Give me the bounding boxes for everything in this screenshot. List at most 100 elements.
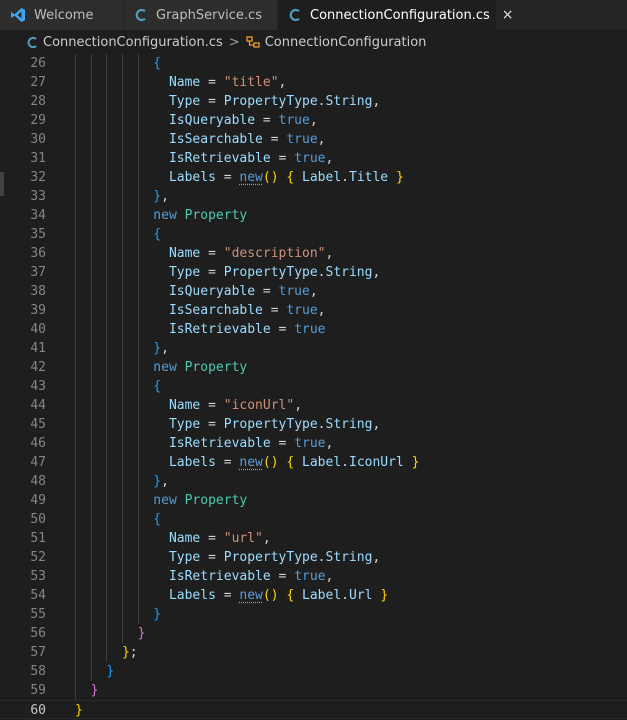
tab-graphservice[interactable]: GraphService.cs (124, 0, 278, 30)
code-line[interactable]: 39 IsSearchable = true, (0, 301, 627, 320)
code-token: true (294, 569, 326, 584)
code-line[interactable]: 41}, (0, 339, 627, 358)
code-line[interactable]: 48}, (0, 472, 627, 491)
code-token: { (153, 227, 162, 242)
line-number: 46 (30, 436, 46, 451)
code-line[interactable]: 27 Name = "title", (0, 73, 627, 92)
code-line[interactable]: 57}; (0, 643, 627, 662)
code-token: "url" (223, 531, 263, 546)
code-token: . (317, 550, 326, 565)
code-token: Type (168, 265, 201, 280)
code-text: new Property (153, 206, 247, 225)
breadcrumb-file[interactable]: ConnectionConfiguration.cs (43, 35, 223, 50)
code-line[interactable]: 38 IsQueryable = true, (0, 282, 627, 301)
code-token: IsQueryable (168, 284, 256, 299)
line-number: 41 (30, 341, 46, 356)
code-text: } (75, 701, 83, 720)
code-text: Name = "iconUrl", (169, 396, 302, 415)
code-text: }, (153, 472, 169, 491)
class-symbol-icon (246, 35, 261, 49)
code-token: Labels (168, 170, 216, 185)
code-token: IsRetrievable (168, 151, 271, 166)
code-line[interactable]: 59} (0, 681, 627, 700)
tab-label: ConnectionConfiguration.cs (310, 7, 490, 23)
code-token: } (137, 626, 146, 641)
code-line[interactable]: 52 Type = PropertyType.String, (0, 548, 627, 567)
csharp-file-icon (134, 8, 148, 22)
line-number: 58 (30, 664, 46, 679)
code-text: } (138, 624, 146, 643)
code-token: IsRetrievable (168, 436, 271, 451)
code-line[interactable]: 56} (0, 624, 627, 643)
code-text: Type = PropertyType.String, (169, 415, 380, 434)
line-number: 45 (30, 417, 46, 432)
code-token: Label (294, 455, 342, 470)
code-token: = (215, 588, 240, 603)
code-line[interactable]: 30 IsSearchable = true, (0, 130, 627, 149)
code-line[interactable]: 42 new Property (0, 358, 627, 377)
code-line[interactable]: 43 { (0, 377, 627, 396)
code-text: Type = PropertyType.String, (169, 263, 380, 282)
code-line[interactable]: 28 Type = PropertyType.String, (0, 92, 627, 111)
code-line[interactable]: 50 { (0, 510, 627, 529)
code-text: { (153, 54, 161, 73)
code-line[interactable]: 45 Type = PropertyType.String, (0, 415, 627, 434)
code-token: . (317, 94, 326, 109)
code-line[interactable]: 46 IsRetrievable = true, (0, 434, 627, 453)
code-token: = (270, 151, 295, 166)
code-token: , (161, 189, 169, 204)
code-token: } (90, 683, 99, 698)
code-token: new (153, 493, 177, 508)
code-token: PropertyType (223, 417, 318, 432)
code-token: new (153, 360, 177, 375)
code-text: }, (153, 339, 169, 358)
code-line[interactable]: 51 Name = "url", (0, 529, 627, 548)
code-token: = (200, 417, 224, 432)
tab-welcome[interactable]: Welcome (0, 0, 124, 30)
code-line[interactable]: 44 Name = "iconUrl", (0, 396, 627, 415)
line-number: 39 (30, 303, 46, 318)
code-line[interactable]: 37 Type = PropertyType.String, (0, 263, 627, 282)
line-number: 31 (30, 151, 46, 166)
line-number: 57 (30, 645, 46, 660)
code-token: = (200, 531, 224, 546)
code-token: , (372, 550, 381, 565)
line-number: 43 (30, 379, 46, 394)
code-token: Name (168, 75, 201, 90)
code-line[interactable]: 29 IsQueryable = true, (0, 111, 627, 130)
code-token: , (317, 132, 326, 147)
code-text: Name = "url", (169, 529, 271, 548)
code-line[interactable]: 60} (0, 700, 627, 719)
code-token: } (153, 474, 162, 489)
code-token: = (270, 569, 295, 584)
code-line[interactable]: 49 new Property (0, 491, 627, 510)
code-line[interactable]: 53 IsRetrievable = true, (0, 567, 627, 586)
code-line[interactable]: 34 new Property (0, 206, 627, 225)
breadcrumb-symbol[interactable]: ConnectionConfiguration (265, 35, 427, 50)
code-line[interactable]: 35 { (0, 225, 627, 244)
close-icon[interactable]: × (502, 7, 514, 23)
code-token: , (325, 569, 334, 584)
code-text: } (106, 662, 114, 681)
code-line[interactable]: 36 Name = "description", (0, 244, 627, 263)
code-line[interactable]: 58} (0, 662, 627, 681)
code-editor[interactable]: 26{27 Name = "title", 28 Type = PropertyTyp… (0, 54, 627, 720)
code-token: String (325, 265, 373, 280)
code-line[interactable]: 32 Labels = new() { Label.Title } (0, 168, 627, 187)
code-line[interactable]: 54 Labels = new() { Label.Url } (0, 586, 627, 605)
tab-connectionconfiguration[interactable]: ConnectionConfiguration.cs × (278, 0, 514, 30)
code-token: } (106, 664, 115, 679)
line-number: 42 (30, 360, 46, 375)
code-line[interactable]: 40 IsRetrievable = true (0, 320, 627, 339)
code-line[interactable]: 47 Labels = new() { Label.IconUrl } (0, 453, 627, 472)
code-token: } (380, 588, 389, 603)
code-token: } (153, 341, 162, 356)
code-line[interactable]: 55} (0, 605, 627, 624)
code-line[interactable]: 26 { (0, 54, 627, 73)
code-token: new (239, 588, 263, 603)
code-token: . (317, 265, 326, 280)
tab-label: Welcome (34, 7, 94, 23)
code-line[interactable]: 33}, (0, 187, 627, 206)
code-line[interactable]: 31 IsRetrievable = true, (0, 149, 627, 168)
